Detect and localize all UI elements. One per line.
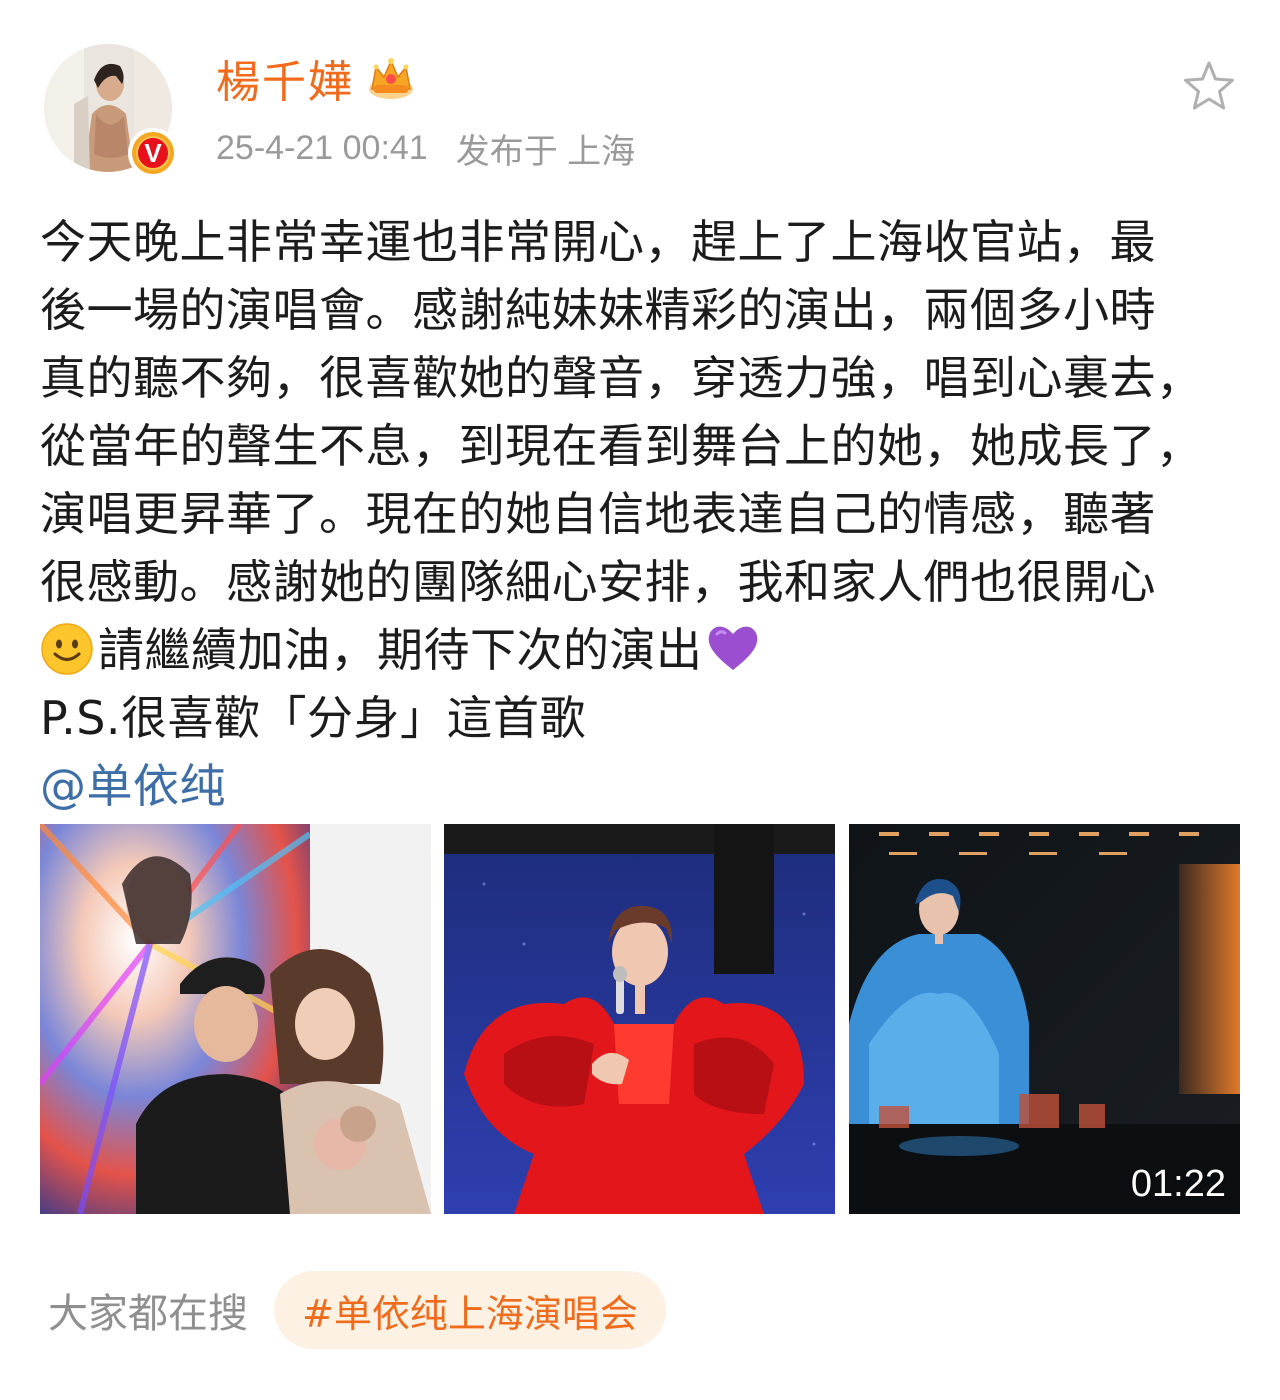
author-row: 楊千嬅 xyxy=(216,48,416,108)
verified-badge: V xyxy=(128,128,178,178)
purple-heart-emoji-icon xyxy=(708,626,757,670)
mention-link[interactable]: @单依纯 xyxy=(40,759,226,813)
smile-emoji-icon xyxy=(41,623,93,675)
post-location: 发布于 上海 xyxy=(455,132,636,171)
body-line: 從當年的聲生不息，到現在看到舞台上的她，她成長了， xyxy=(40,419,1203,473)
weibo-post-page: V 楊千嬅 25-4-21 00:41 发布于 上海 今天晚上非常幸運也非常開心… xyxy=(0,0,1280,1400)
post-body: 今天晚上非常幸運也非常開心，趕上了上海收官站，最 後一場的演唱會。感謝純妹妹精彩… xyxy=(40,208,1244,820)
star-outline-icon[interactable] xyxy=(1180,58,1238,116)
video-blue-stage[interactable]: 01:22 xyxy=(849,824,1240,1214)
ps-line: P.S.很喜歡「分身」這首歌 xyxy=(40,691,587,745)
post-timestamp: 25-4-21 00:41 xyxy=(216,128,428,167)
body-line: 很感動。感謝她的團隊細心安排，我和家人們也很開心 xyxy=(40,555,1156,609)
photo-red-dress-singer[interactable] xyxy=(444,824,835,1214)
body-line: 今天晚上非常幸運也非常開心，趕上了上海收官站，最 xyxy=(40,215,1156,269)
body-line: 演唱更昇華了。現在的她自信地表達自己的情感，聽著 xyxy=(40,487,1156,541)
media-grid: 01:22 xyxy=(40,824,1240,1214)
video-duration: 01:22 xyxy=(1130,1163,1226,1205)
author-name[interactable]: 楊千嬅 xyxy=(216,46,354,110)
trending-search-label: 大家都在搜 xyxy=(48,1291,248,1337)
mention-line: @单依纯 xyxy=(40,752,1244,820)
post-meta: 25-4-21 00:41 发布于 上海 xyxy=(216,124,635,172)
body-line: 後一場的演唱會。感謝純妹妹精彩的演出，兩個多小時 xyxy=(40,283,1156,337)
crown-icon xyxy=(369,58,413,99)
verified-v-icon: V xyxy=(136,136,170,170)
trending-search-bar: 大家都在搜 #单依纯上海演唱会 xyxy=(48,1270,666,1350)
body-line-text: 請繼續加油，期待下次的演出 xyxy=(98,623,703,677)
body-line-with-emoji: 請繼續加油，期待下次的演出 xyxy=(40,616,1244,684)
hashtag-chip[interactable]: #单依纯上海演唱会 xyxy=(274,1271,666,1349)
photo-selfie[interactable] xyxy=(40,824,431,1214)
body-line: 真的聽不夠，很喜歡她的聲音，穿透力強，唱到心裏去， xyxy=(40,351,1203,405)
